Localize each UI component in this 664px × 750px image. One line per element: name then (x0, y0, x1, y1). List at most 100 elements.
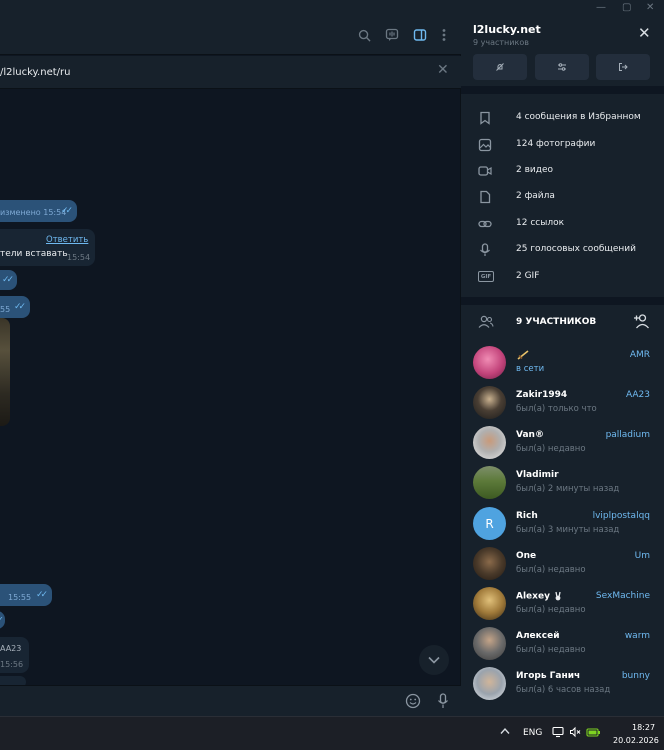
windows-taskbar: ENG 18:27 20.02.2026 (0, 716, 664, 750)
member-tag: lviplpostalqq (592, 511, 650, 521)
message-bubble[interactable]: ✓ (0, 611, 5, 629)
minimize-button[interactable]: — (596, 2, 606, 13)
link-icon (478, 216, 492, 230)
member-status: был(а) недавно (516, 565, 586, 575)
chat-header (0, 17, 461, 55)
mute-button[interactable] (473, 54, 527, 80)
media-photos[interactable]: 124 фотографии (461, 131, 664, 157)
media-videos[interactable]: 2 видео (461, 157, 664, 183)
photo-message[interactable] (0, 318, 10, 426)
member-row[interactable]: в сети AMR (461, 343, 664, 383)
reply-link[interactable]: Ответить (46, 235, 88, 245)
close-window-button[interactable]: ✕ (646, 2, 654, 13)
member-row[interactable]: Alexey был(а) недавно SexMachine (461, 584, 664, 624)
bell-off-icon (496, 63, 504, 71)
member-status: был(а) недавно (516, 645, 586, 655)
manage-button[interactable] (535, 54, 589, 80)
member-status: был(а) только что (516, 404, 597, 414)
section-divider (461, 86, 664, 94)
member-name: Алексей (516, 631, 560, 641)
member-row[interactable]: R Rich был(а) 3 минуты назад lviplpostal… (461, 504, 664, 544)
member-row[interactable]: Vladimir был(а) 2 минуты назад (461, 463, 664, 503)
media-label: 2 GIF (516, 271, 540, 281)
member-tag: AMR (629, 350, 650, 360)
leave-group-button[interactable] (596, 54, 650, 80)
chevron-up-icon[interactable] (500, 727, 510, 738)
message-time: 15:56 (0, 660, 24, 669)
clock-time[interactable]: 18:27 (632, 723, 655, 732)
language-indicator[interactable]: ENG (523, 728, 542, 738)
read-receipt-icon: ✓✓ (2, 275, 14, 285)
member-row[interactable]: Zakir1994 был(а) только что AA23 (461, 383, 664, 423)
message-bubble[interactable]: 55 ✓✓ (0, 296, 30, 318)
media-saved-messages[interactable]: 4 сообщения в Избранном (461, 104, 664, 130)
media-label: 25 голосовых сообщений (516, 244, 636, 254)
read-receipt-icon: ✓✓ (14, 302, 26, 312)
member-row[interactable]: One был(а) недавно Um (461, 544, 664, 584)
media-voice[interactable]: 25 голосовых сообщений (461, 236, 664, 262)
sliders-icon (558, 63, 566, 71)
maximize-button[interactable]: ▢ (622, 2, 631, 13)
video-chat-icon[interactable] (382, 25, 402, 45)
message-time: 15:54 (67, 253, 91, 262)
speaker-muted-icon[interactable] (569, 726, 581, 741)
add-member-icon[interactable] (633, 313, 650, 333)
media-label: 124 фотографии (516, 139, 596, 149)
member-status: в сети (516, 364, 545, 374)
member-row[interactable]: Алексей был(а) недавно warm (461, 624, 664, 664)
display-icon[interactable] (552, 726, 564, 741)
member-name: Игорь Ганич (516, 671, 581, 681)
message-bubble[interactable]: ✓✓ (0, 270, 17, 290)
member-tag: SexMachine (595, 591, 650, 601)
member-row[interactable]: Игорь Ганич был(а) 6 часов назад bunny (461, 664, 664, 704)
member-status: был(а) недавно (516, 605, 586, 615)
member-name: Zakir1994 (516, 390, 568, 400)
more-menu-icon[interactable] (434, 25, 454, 45)
avatar (473, 627, 506, 660)
group-member-count: 9 участников (473, 38, 529, 47)
group-title: l2lucky.net (473, 23, 541, 36)
group-info-panel: l2lucky.net 9 участников ✕ 4 сообщения в… (461, 17, 664, 716)
avatar (473, 667, 506, 700)
media-gifs[interactable]: GIF 2 GIF (461, 263, 664, 289)
search-icon[interactable] (354, 25, 374, 45)
file-icon (478, 189, 492, 204)
close-panel-icon[interactable]: ✕ (638, 24, 651, 42)
scroll-down-button[interactable] (419, 645, 449, 675)
battery-icon[interactable] (586, 726, 601, 741)
avatar: R (473, 507, 506, 540)
close-pinned-icon[interactable]: ✕ (437, 62, 449, 78)
microphone-icon[interactable] (437, 693, 449, 713)
video-icon (478, 163, 492, 177)
chat-area: /l2lucky.net/ru ✕ изменено 15:54 ✓✓ Отве… (0, 17, 461, 716)
media-files[interactable]: 2 файла (461, 183, 664, 209)
pinned-message-text: /l2lucky.net/ru (0, 67, 71, 78)
message-bubble[interactable]: 15:55 ✓✓ (0, 584, 52, 606)
clock-date[interactable]: 20.02.2026 (613, 736, 659, 745)
message-bubble[interactable]: AA23 15:56 (0, 637, 29, 673)
message-edited-time: изменено 15:54 (0, 208, 67, 217)
member-status: был(а) 6 часов назад (516, 685, 611, 695)
message-bubble[interactable]: изменено 15:54 ✓✓ (0, 200, 77, 222)
message-bubble[interactable]: Ответить тели вставать 15:54 (0, 229, 95, 266)
avatar (473, 547, 506, 580)
pinned-message-bar[interactable]: /l2lucky.net/ru ✕ (0, 56, 461, 89)
message-composer[interactable] (0, 685, 461, 716)
media-links[interactable]: 12 ссылок (461, 210, 664, 236)
message-text: тели вставать (0, 249, 68, 259)
avatar (473, 386, 506, 419)
avatar (473, 426, 506, 459)
member-status: был(а) недавно (516, 444, 586, 454)
member-row[interactable]: Van® был(а) недавно palladium (461, 423, 664, 463)
member-name: Vladimir (516, 470, 559, 480)
emoji-icon[interactable] (405, 693, 421, 713)
bunny-icon (555, 591, 561, 601)
read-receipt-icon: ✓✓ (61, 206, 73, 216)
chevron-down-icon (428, 656, 440, 664)
member-status: был(а) 2 минуты назад (516, 484, 620, 494)
member-tag: AA23 (625, 390, 650, 400)
media-label: 12 ссылок (516, 218, 565, 228)
section-divider (461, 297, 664, 305)
read-receipt-icon: ✓✓ (36, 590, 48, 600)
sidebar-toggle-icon[interactable] (410, 25, 430, 45)
